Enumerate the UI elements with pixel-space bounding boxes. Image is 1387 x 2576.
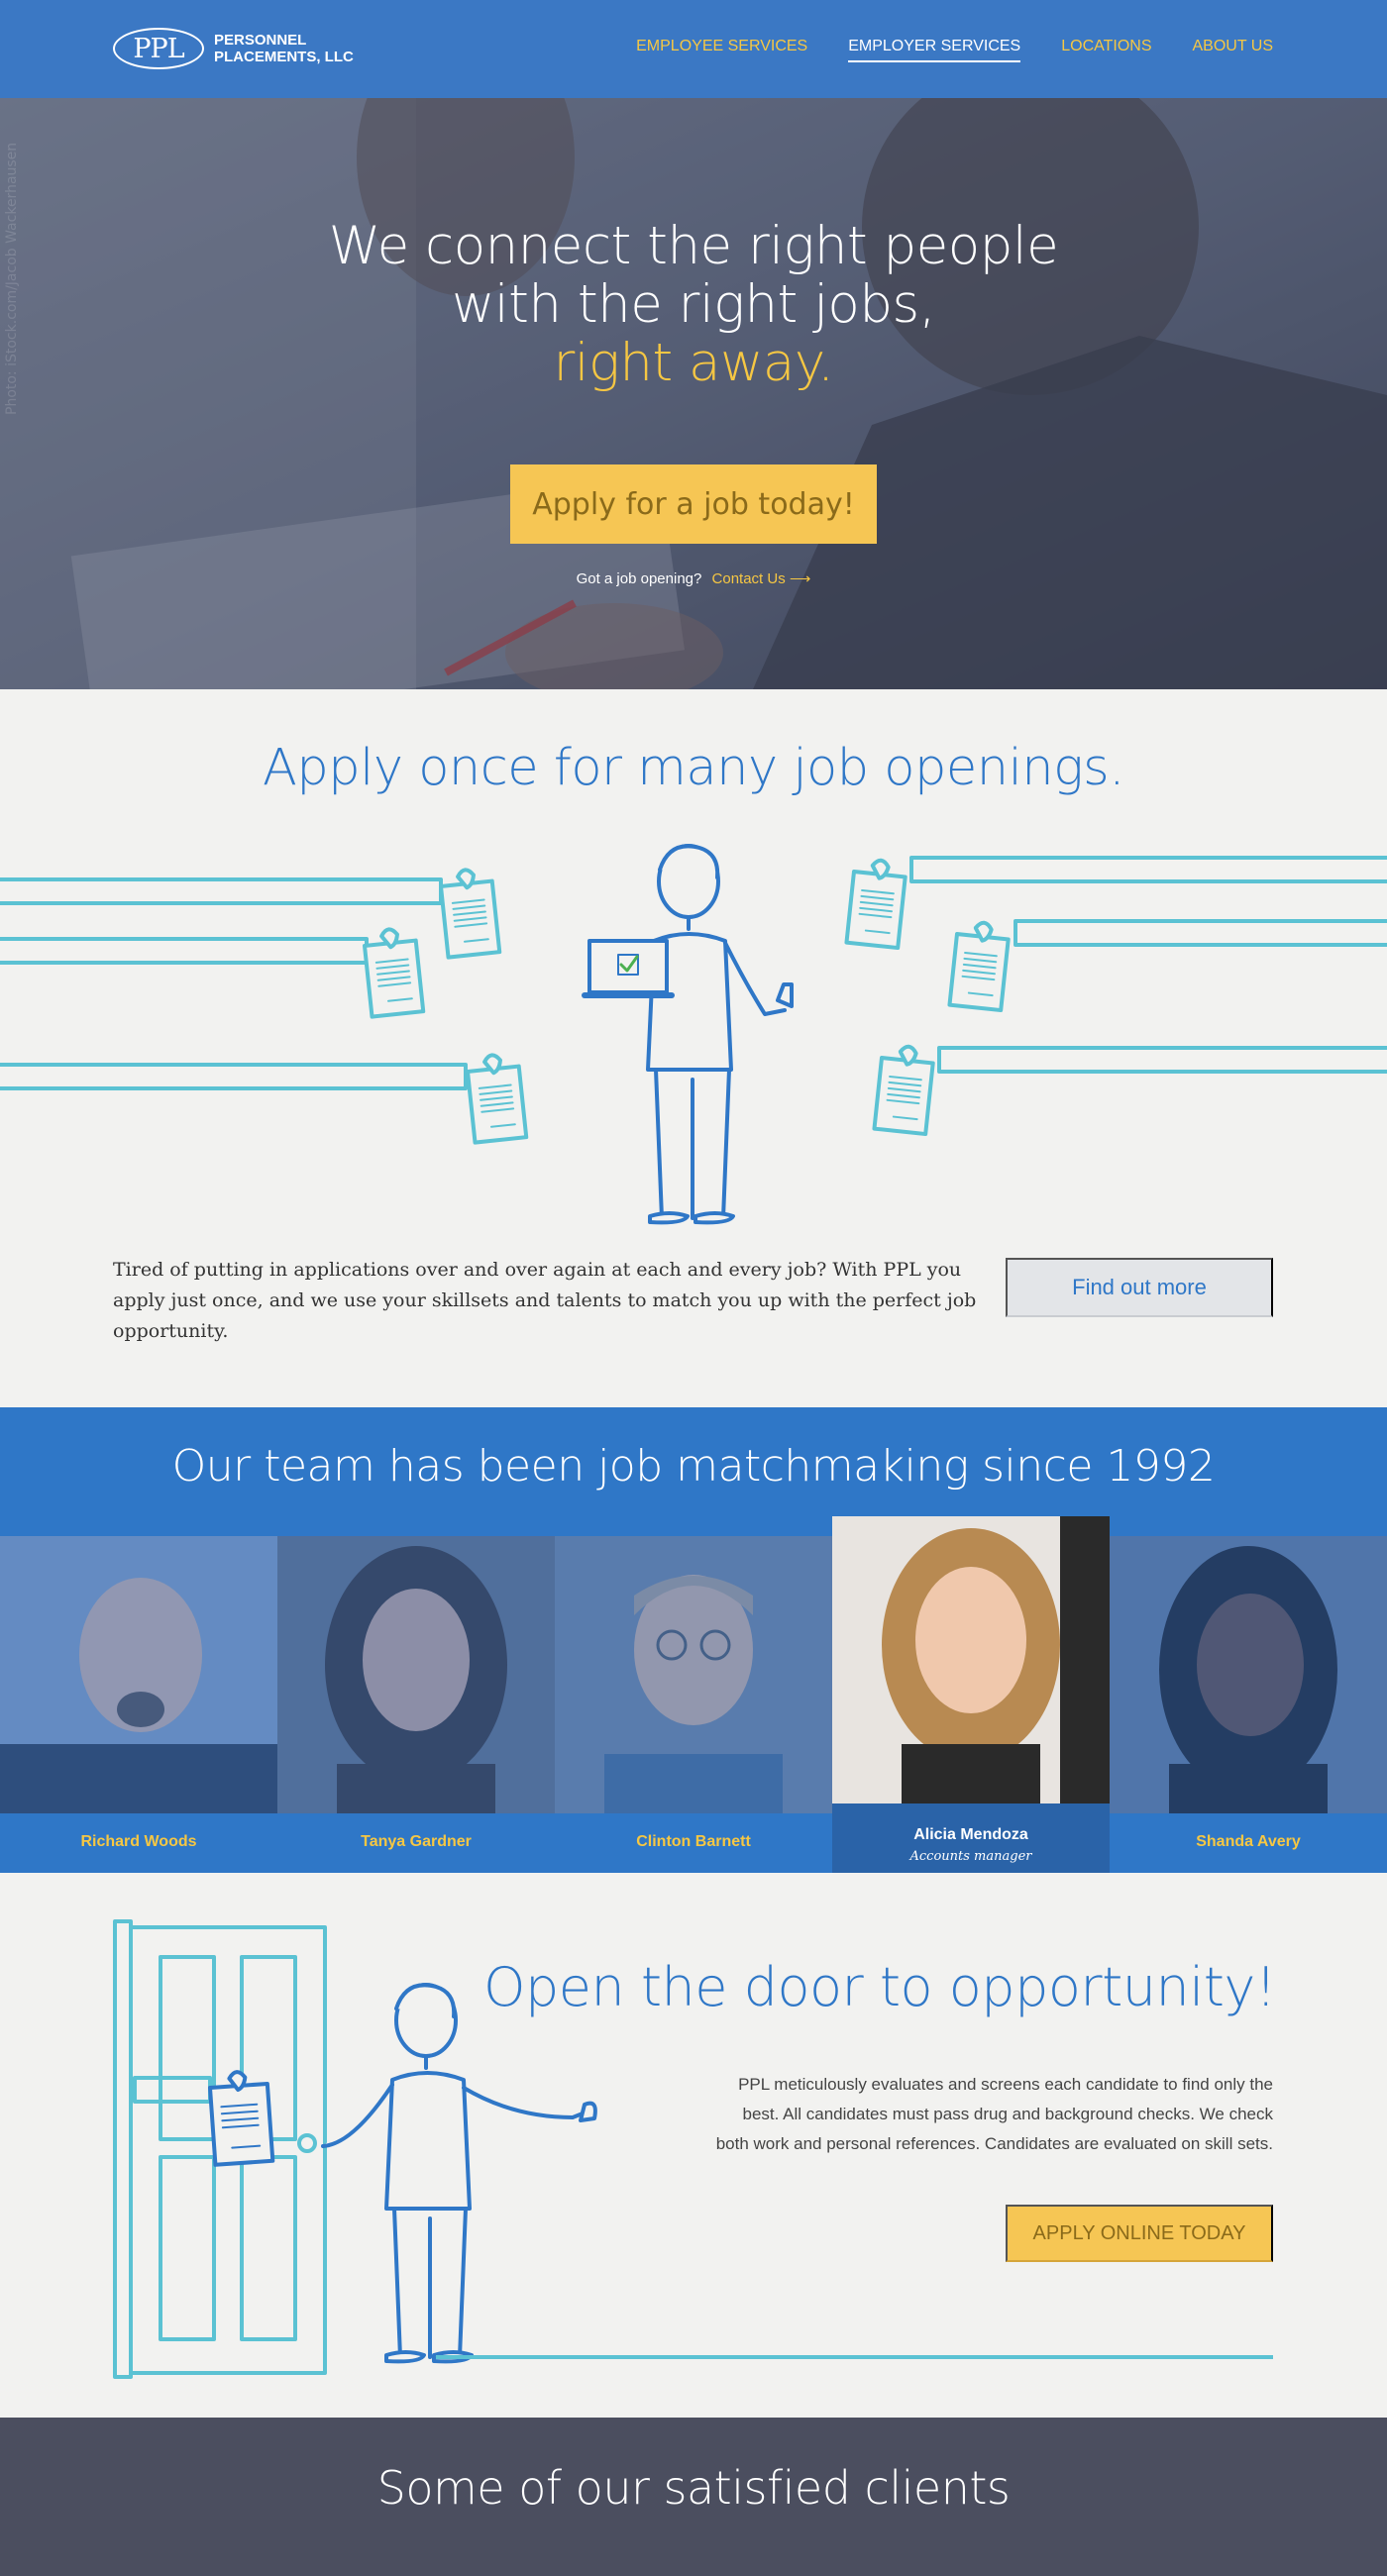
clients-section-title: Some of our satisfied clients <box>376 2461 1011 2515</box>
apply-online-button[interactable]: APPLY ONLINE TODAY <box>1006 2205 1273 2262</box>
team-member-name: Alicia Mendoza <box>913 1826 1028 1843</box>
team-member-name: Tanya Gardner <box>361 1833 472 1850</box>
team-member-name: Clinton Barnett <box>636 1833 751 1850</box>
logo-line-1: PERSONNEL <box>214 32 307 49</box>
nav-links: EMPLOYEE SERVICES EMPLOYER SERVICES LOCA… <box>636 38 1273 62</box>
nav-link-about-us[interactable]: ABOUT US <box>1193 38 1274 62</box>
team-member-name: Richard Woods <box>80 1833 197 1850</box>
top-navigation: PPL PERSONNEL PLACEMENTS, LLC EMPLOYEE S… <box>0 0 1387 98</box>
hero-section: Photo: iStock.com/Jacob Wackerhausen We … <box>0 98 1387 689</box>
team-member-card-featured[interactable]: Alicia Mendoza Accounts manager <box>832 1516 1110 1873</box>
apply-description: Tired of putting in applications over an… <box>113 1259 977 1342</box>
hero-headline-accent: right away. <box>553 333 835 393</box>
team-member-card[interactable]: Tanya Gardner <box>277 1536 555 1873</box>
team-member-card[interactable]: Richard Woods <box>0 1536 277 1873</box>
logo-mark: PPL <box>113 28 204 69</box>
hero-overlay <box>0 98 1387 689</box>
contact-us-link[interactable]: Contact Us ⟶ <box>712 570 811 587</box>
photo-tint <box>277 1536 555 1813</box>
apply-job-button[interactable]: Apply for a job today! <box>510 464 877 544</box>
apply-illustration <box>0 844 1387 1225</box>
team-member-card[interactable]: Clinton Barnett <box>555 1536 832 1873</box>
photo-tint <box>555 1536 832 1813</box>
door-section-description: PPL meticulously evaluates and screens e… <box>715 2075 1273 2153</box>
hero-contact-line: Got a job opening? Contact Us ⟶ <box>0 569 1387 587</box>
find-out-more-button[interactable]: Find out more <box>1006 1258 1273 1317</box>
team-member-photo <box>832 1516 1110 1803</box>
nav-link-employee-services[interactable]: EMPLOYEE SERVICES <box>636 38 807 62</box>
job-opening-question: Got a job opening? <box>576 570 702 587</box>
team-section-title: Our team has been job matchmaking since … <box>171 1441 1216 1492</box>
apply-section-title: Apply once for many job openings. <box>263 739 1124 797</box>
team-member-name: Shanda Avery <box>1196 1833 1301 1850</box>
logo-line-2: PLACEMENTS, LLC <box>214 49 354 65</box>
hero-headline-line-2: with the right jobs, <box>452 274 935 335</box>
team-member-role: Accounts manager <box>909 1849 1032 1864</box>
nav-link-locations[interactable]: LOCATIONS <box>1061 38 1151 62</box>
company-logo[interactable]: PPL PERSONNEL PLACEMENTS, LLC <box>113 28 354 69</box>
door-section-title: Open the door to opportunity! <box>482 1956 1277 2018</box>
team-member-card[interactable]: Shanda Avery <box>1110 1536 1387 1873</box>
photo-tint <box>0 1536 277 1813</box>
hero-headline: We connect the right people with the rig… <box>0 217 1387 392</box>
photo-tint <box>1110 1536 1387 1813</box>
hero-headline-line-1: We connect the right people <box>328 216 1059 276</box>
clients-section: Some of our satisfied clients <box>0 2418 1387 2576</box>
team-section: Our team has been job matchmaking since … <box>0 1407 1387 1873</box>
nav-link-employer-services[interactable]: EMPLOYER SERVICES <box>848 38 1021 62</box>
logo-wordmark: PERSONNEL PLACEMENTS, LLC <box>214 32 354 65</box>
floor-divider <box>436 2355 1273 2359</box>
